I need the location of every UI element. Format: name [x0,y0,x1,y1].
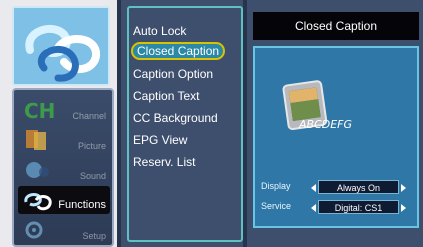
caption-settings: Display Always On Service Digital: CS1 [261,166,411,220]
caption-preview-image: ABCDEFG [282,80,352,131]
option-caption-option[interactable]: Caption Option [133,65,213,83]
option-epg-view[interactable]: EPG View [133,131,187,149]
arrow-right-icon[interactable] [401,204,406,212]
setting-service[interactable]: Service Digital: CS1 [261,200,411,216]
sound-icon [26,162,49,178]
picture-icon [26,130,46,150]
caption-preview: ABCDEFG Display Always On Service Digita… [253,46,419,228]
menu-item-label: Channel [72,111,106,121]
functions-submenu: Auto Lock Closed Caption Caption Option … [117,0,243,247]
arrow-left-icon[interactable] [311,184,316,192]
menu-item-label: Functions [58,199,106,211]
main-menu: CH Channel Picture Sound Functions Setup [12,88,114,247]
option-reserv-list[interactable]: Reserv. List [133,153,195,171]
arrow-left-icon[interactable] [311,204,316,212]
setting-value[interactable]: Always On [318,180,399,194]
setting-display[interactable]: Display Always On [261,180,411,196]
setup-icon [25,221,43,239]
chain-link-icon [14,8,108,84]
menu-item-setup[interactable]: Setup [18,216,110,244]
left-column: CH Channel Picture Sound Functions Setup [6,0,114,247]
setting-label: Service [261,201,292,211]
setting-label: Display [261,181,291,191]
preview-caption-text: ABCDEFG [298,118,352,131]
option-caption-text[interactable]: Caption Text [133,87,200,105]
panel-title: Closed Caption [253,12,419,40]
functions-icon [24,193,52,211]
channel-icon: CH [24,99,55,122]
menu-item-picture[interactable]: Picture [18,126,110,154]
setting-value[interactable]: Digital: CS1 [318,200,399,214]
menu-item-label: Setup [82,231,106,241]
option-cc-background[interactable]: CC Background [133,109,218,127]
functions-logo [12,6,110,86]
menu-item-label: Picture [77,141,106,151]
menu-item-sound[interactable]: Sound [18,156,110,184]
menu-item-label: Sound [79,171,106,181]
detail-panel: Closed Caption ABCDEFG Display Always On… [243,0,423,247]
arrow-right-icon[interactable] [401,184,406,192]
option-closed-caption[interactable]: Closed Caption [131,42,226,60]
menu-item-channel[interactable]: CH Channel [18,96,110,124]
svg-text:CH: CH [24,99,55,122]
option-auto-lock[interactable]: Auto Lock [133,22,186,40]
menu-item-functions[interactable]: Functions [18,186,110,214]
